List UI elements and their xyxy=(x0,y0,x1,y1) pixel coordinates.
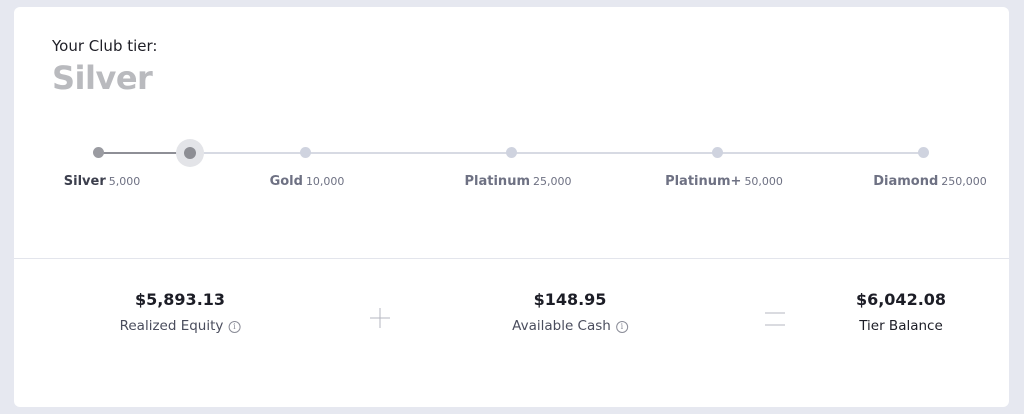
plus-icon xyxy=(369,307,391,333)
current-position-dot xyxy=(183,147,196,159)
milestone-name: Diamond xyxy=(873,174,939,189)
tier-balance-value: $6,042.08 xyxy=(855,290,947,309)
milestone-points: 250,000 xyxy=(941,175,987,188)
available-cash-label-text: Available Cash xyxy=(512,318,611,334)
milestone-name: Silver xyxy=(63,174,106,189)
realized-equity-label: Realized Equity i xyxy=(120,318,241,334)
milestone-dot-gold xyxy=(299,147,311,158)
milestone-points: 10,000 xyxy=(305,175,345,188)
milestone-points: 25,000 xyxy=(532,175,572,188)
milestone-diamond: Diamond 250,000 xyxy=(873,174,987,189)
tier-label: Your Club tier: xyxy=(52,37,158,55)
milestone-name: Gold xyxy=(269,174,303,189)
realized-equity-value: $5,893.13 xyxy=(134,290,226,309)
realized-equity-stat: $5,893.13 Realized Equity i xyxy=(120,290,241,334)
realized-equity-label-text: Realized Equity xyxy=(119,318,224,334)
milestone-platinum: Platinum 25,000 xyxy=(465,174,572,189)
available-cash-stat: $148.95 Available Cash i xyxy=(512,290,628,334)
milestone-dot-silver xyxy=(92,147,104,158)
milestone-points: 50,000 xyxy=(744,175,783,188)
section-divider xyxy=(14,258,1009,259)
milestone-platinum-plus: Platinum+ 50,000 xyxy=(665,174,783,189)
available-cash-value: $148.95 xyxy=(533,290,607,309)
milestone-name: Platinum+ xyxy=(665,174,742,189)
milestone-name: Platinum xyxy=(464,174,530,189)
club-tier-card: Your Club tier: Silver Silver 5,000 Gold 1… xyxy=(14,7,1009,407)
tier-name: Silver xyxy=(52,59,153,97)
milestone-points: 5,000 xyxy=(108,175,141,188)
info-icon[interactable]: i xyxy=(228,321,241,333)
info-icon[interactable]: i xyxy=(615,321,628,333)
tier-balance-label: Tier Balance xyxy=(859,318,943,334)
milestone-silver: Silver 5,000 xyxy=(64,174,140,189)
milestone-gold: Gold 10,000 xyxy=(270,174,345,189)
available-cash-label: Available Cash i xyxy=(512,318,628,334)
milestone-dot-diamond xyxy=(917,147,929,158)
milestone-dot-platinum-plus xyxy=(711,147,723,158)
tier-balance-stat: $6,042.08 Tier Balance xyxy=(856,290,946,334)
milestone-dot-platinum xyxy=(505,147,517,158)
equals-icon xyxy=(764,311,786,331)
